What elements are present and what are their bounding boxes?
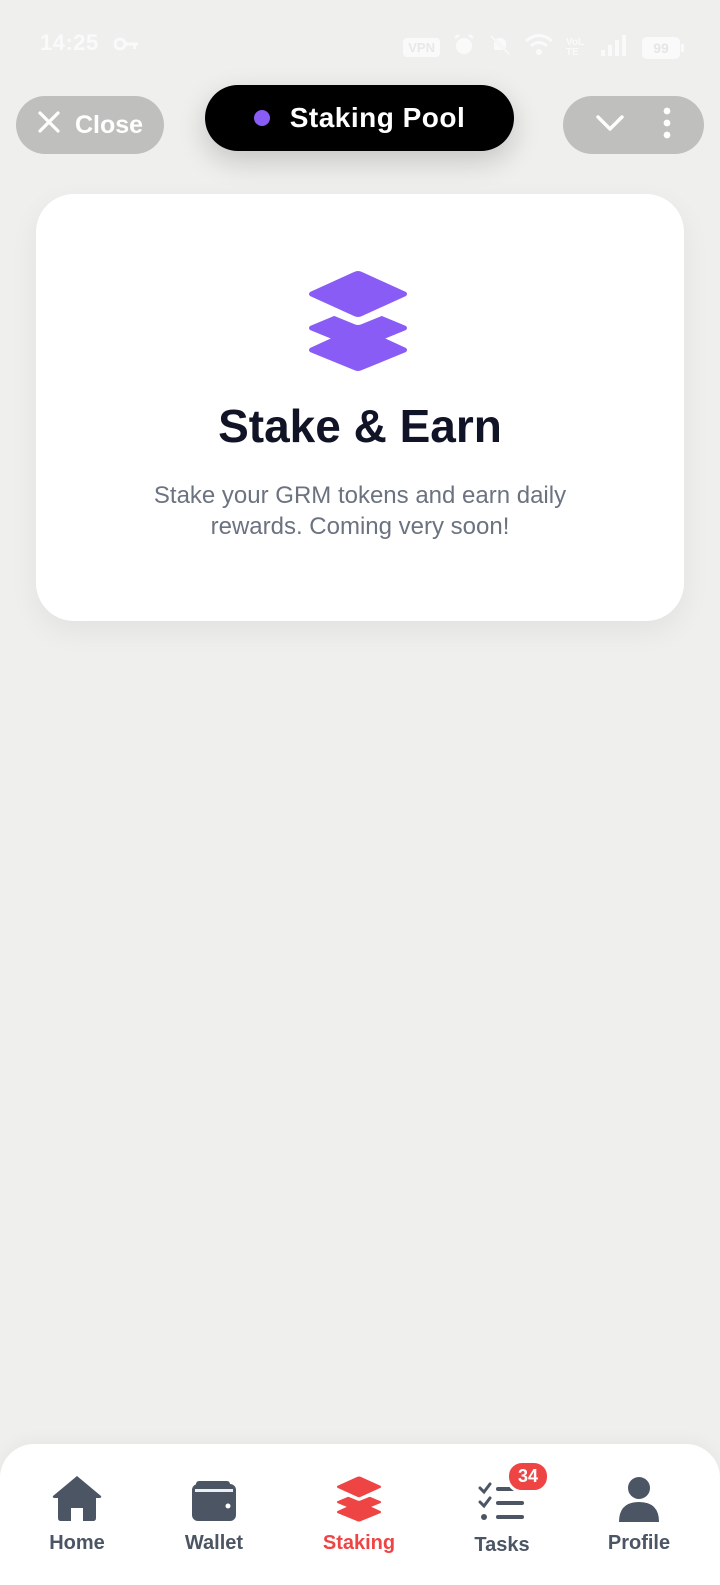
key-icon <box>113 37 140 56</box>
more-options-icon[interactable] <box>662 107 672 144</box>
nav-item-profile[interactable]: Profile <box>579 1466 699 1555</box>
nav-label-wallet: Wallet <box>184 1532 244 1554</box>
status-time: 14:25 <box>40 30 99 55</box>
hero-description: Stake your GRM tokens and earn daily rew… <box>153 482 567 540</box>
page-title-pill: Staking Pool <box>205 85 514 151</box>
home-icon <box>17 1466 137 1522</box>
mute-icon <box>488 33 512 62</box>
vpn-badge: VPN <box>403 38 440 57</box>
chevron-down-icon[interactable] <box>595 113 625 138</box>
alarm-icon <box>452 33 476 62</box>
nav-item-staking[interactable]: Staking <box>299 1466 419 1555</box>
tasks-badge: 34 <box>506 1460 551 1493</box>
layers-icon <box>307 270 409 377</box>
nav-label-home: Home <box>49 1532 105 1554</box>
nav-label-staking: Staking <box>322 1532 396 1554</box>
status-icons: VPN VoLTE 99 <box>403 33 684 62</box>
volte-label: VoLTE <box>566 36 585 58</box>
nav-item-tasks[interactable]: 34 Tasks <box>442 1460 562 1557</box>
profile-icon <box>579 1466 699 1522</box>
status-dot <box>253 110 270 126</box>
nav-item-wallet[interactable]: Wallet <box>154 1466 274 1555</box>
tasks-icon: 34 <box>442 1460 562 1522</box>
close-label: Close <box>74 110 144 139</box>
close-button[interactable]: Close <box>16 96 164 154</box>
wifi-icon <box>524 33 554 62</box>
page-title: Staking Pool <box>289 102 466 133</box>
layers-icon <box>299 1466 419 1522</box>
nav-label-tasks: Tasks <box>474 1534 530 1556</box>
nav-label-profile: Profile <box>607 1532 671 1554</box>
signal-icon <box>600 34 630 61</box>
wallet-icon <box>154 1466 274 1522</box>
bottom-nav: Home Wallet Staking 34 Tasks Profile <box>0 1444 720 1585</box>
battery-icon: 99 <box>642 36 684 59</box>
nav-item-home[interactable]: Home <box>17 1466 137 1555</box>
close-icon <box>37 110 61 141</box>
hero-title: Stake & Earn <box>218 400 502 452</box>
stake-card: Stake & Earn Stake your GRM tokens and e… <box>36 194 684 621</box>
window-controls <box>563 96 704 154</box>
status-bar: 14:25 VPN VoLTE 99 <box>0 0 720 92</box>
